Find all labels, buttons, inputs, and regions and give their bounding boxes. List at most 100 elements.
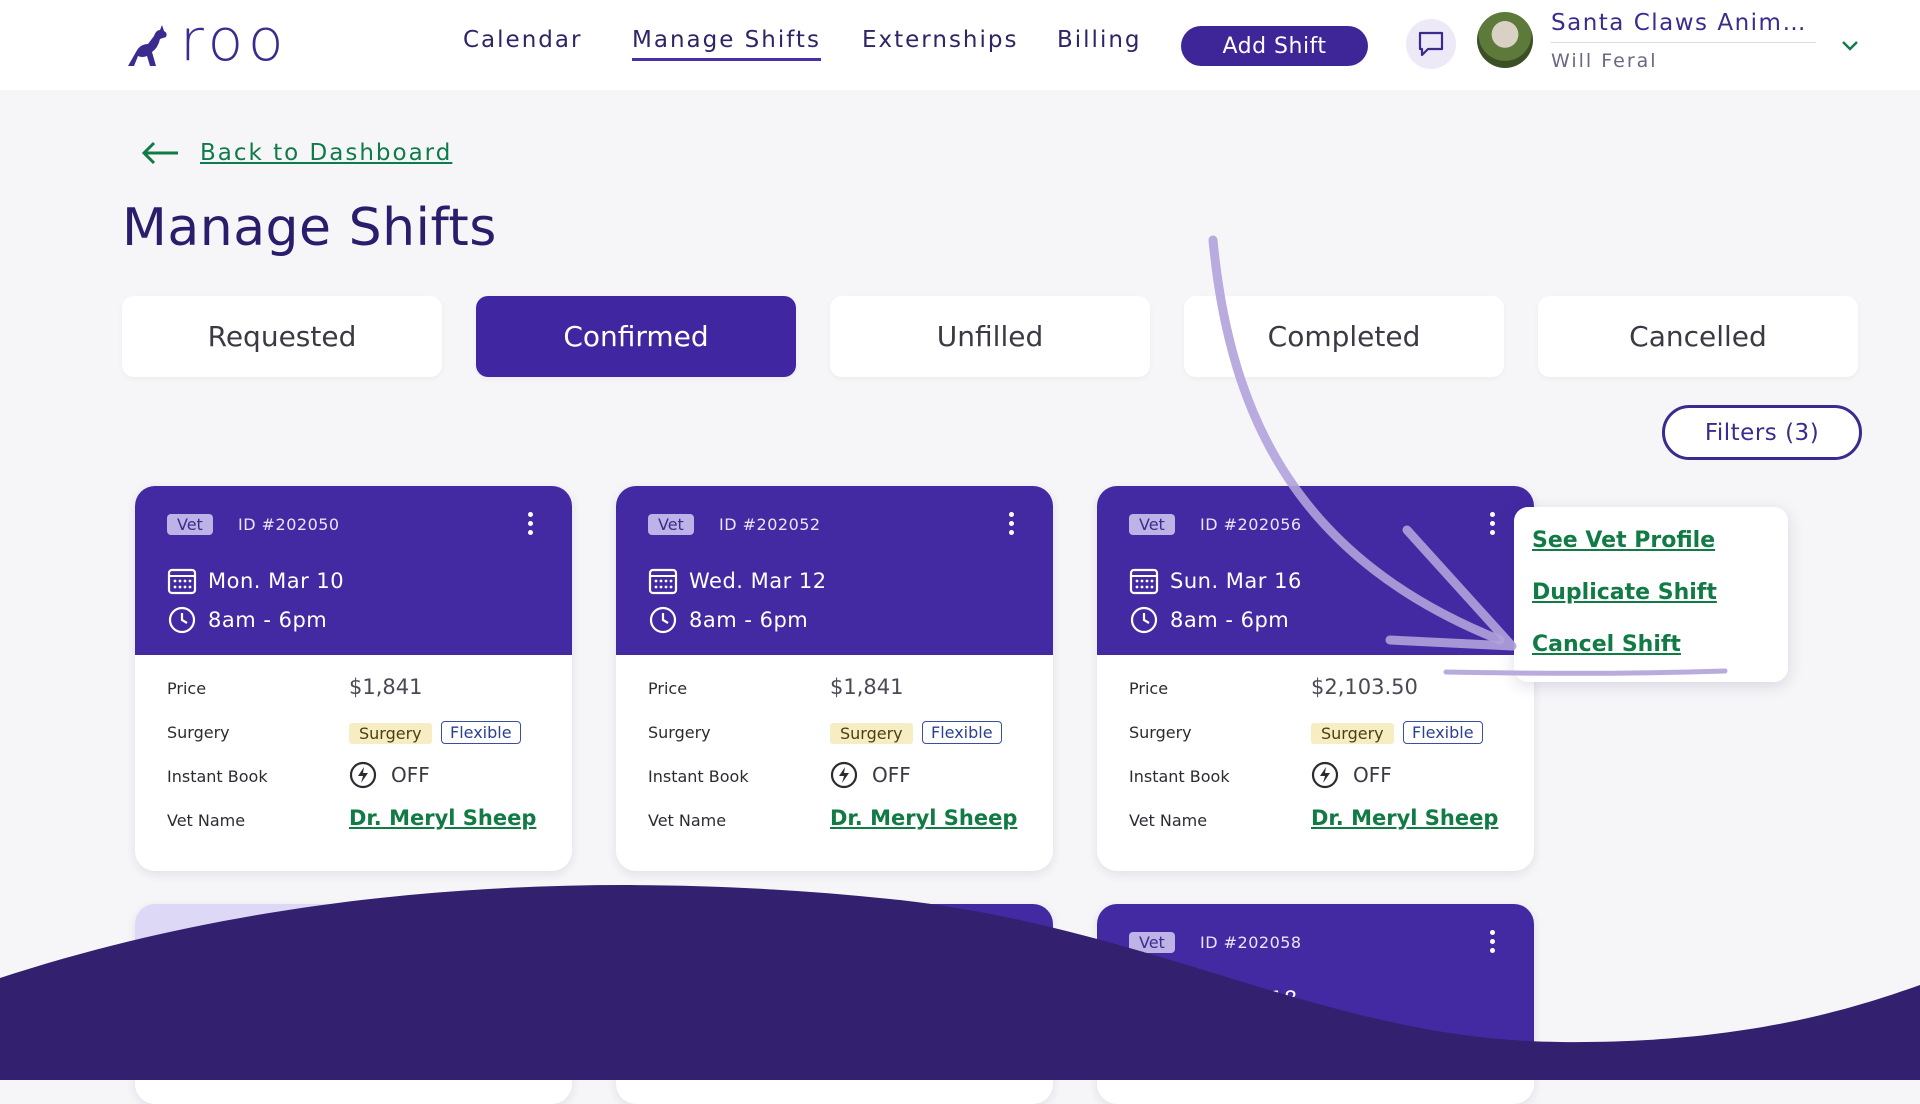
shift-id: ID #202050: [238, 515, 340, 534]
price-label: Price: [648, 679, 688, 698]
clock-icon: [1130, 606, 1158, 634]
instant-book-value: OFF: [1353, 763, 1392, 787]
back-link-label: Back to Dashboard: [200, 140, 453, 166]
shift-id: ID #202052: [719, 515, 821, 534]
surgery-label: Surgery: [1129, 723, 1192, 742]
shift-card-header: Vet ID #202058 Tue. Mar 18: [1097, 904, 1534, 1073]
calendar-icon: [648, 568, 678, 595]
tab-requested[interactable]: Requested: [122, 296, 442, 377]
vet-name-label: Vet Name: [1129, 811, 1208, 830]
price-value: $1,841: [349, 675, 423, 699]
kebab-icon[interactable]: [1001, 930, 1021, 956]
shift-date: Tue. Mar 18: [1170, 987, 1298, 1011]
roo-logo[interactable]: roo: [122, 6, 292, 74]
instant-book-value: OFF: [391, 763, 430, 787]
add-shift-button[interactable]: Add Shift: [1181, 26, 1368, 66]
vet-name-link[interactable]: Dr. Meryl Sheep: [830, 806, 1017, 830]
price-label: Price: [167, 679, 207, 698]
kebab-icon[interactable]: [1482, 930, 1502, 956]
filters-button[interactable]: Filters (3): [1662, 405, 1862, 460]
kebab-icon[interactable]: [520, 512, 540, 538]
nav-manage-shifts[interactable]: Manage Shifts: [632, 27, 821, 61]
price-value: $2,103.50: [1311, 675, 1418, 699]
shift-context-menu: See Vet Profile Duplicate Shift Cancel S…: [1514, 507, 1788, 682]
nav-externships[interactable]: Externships: [862, 27, 1018, 53]
price-value: $1,841: [830, 675, 904, 699]
top-nav: roo Calendar Manage Shifts Externships B…: [0, 0, 1920, 90]
flexible-tag: Flexible: [1403, 721, 1483, 744]
shift-time: 8am - 6pm: [689, 608, 809, 632]
lightning-icon: [830, 761, 858, 789]
clock-icon: [649, 606, 677, 634]
duplicate-shift-menu-item[interactable]: Duplicate Shift: [1532, 580, 1717, 605]
chevron-down-icon[interactable]: [1840, 36, 1860, 56]
lightning-icon: [1311, 761, 1339, 789]
shift-card[interactable]: [135, 904, 572, 1104]
calendar-icon: [1129, 986, 1159, 1013]
shift-card[interactable]: [616, 904, 1053, 1104]
vet-name-label: Vet Name: [648, 811, 727, 830]
shift-id: ID #202056: [1200, 515, 1302, 534]
surgery-label: Surgery: [648, 723, 711, 742]
instant-book-status: OFF: [349, 761, 430, 789]
tab-cancelled[interactable]: Cancelled: [1538, 296, 1858, 377]
avatar[interactable]: [1477, 12, 1533, 68]
instant-book-label: Instant Book: [167, 767, 268, 786]
shift-time: 8am - 6pm: [1170, 608, 1290, 632]
vet-name-link[interactable]: Dr. Meryl Sheep: [349, 806, 536, 830]
cancel-shift-menu-item[interactable]: Cancel Shift: [1532, 632, 1681, 657]
shift-id: ID #202058: [1200, 933, 1302, 952]
surgery-tag: Surgery: [830, 723, 913, 744]
instant-book-status: OFF: [830, 761, 911, 789]
role-badge: Vet: [1129, 514, 1175, 535]
tab-unfilled[interactable]: Unfilled: [830, 296, 1150, 377]
see-vet-profile-menu-item[interactable]: See Vet Profile: [1532, 528, 1715, 553]
instant-book-label: Instant Book: [648, 767, 749, 786]
kebab-icon[interactable]: [1482, 512, 1502, 538]
nav-billing[interactable]: Billing: [1057, 27, 1142, 53]
surgery-tag: Surgery: [349, 723, 432, 744]
brand-name: roo: [180, 6, 289, 74]
tab-completed[interactable]: Completed: [1184, 296, 1504, 377]
flexible-tag: Flexible: [441, 721, 521, 744]
instant-book-status: OFF: [1311, 761, 1392, 789]
hospital-name[interactable]: Santa Claws Animal H...: [1551, 10, 1816, 43]
shift-card[interactable]: Vet ID #202058 Tue. Mar 18: [1097, 904, 1534, 1104]
calendar-icon: [167, 568, 197, 595]
user-name: Will Feral: [1551, 50, 1658, 72]
shift-card[interactable]: Vet ID #202050 Mon. Mar 10 8am - 6pm Pri…: [135, 486, 572, 871]
arrow-left-icon: [141, 141, 178, 165]
shift-card-header: Vet ID #202050 Mon. Mar 10 8am - 6pm: [135, 486, 572, 655]
vet-name-label: Vet Name: [167, 811, 246, 830]
shift-card[interactable]: Vet ID #202052 Wed. Mar 12 8am - 6pm Pri…: [616, 486, 1053, 871]
role-badge: Vet: [167, 514, 213, 535]
shift-card[interactable]: Vet ID #202056 Sun. Mar 16 8am - 6pm Pri…: [1097, 486, 1534, 871]
shift-card-header: Vet ID #202052 Wed. Mar 12 8am - 6pm: [616, 486, 1053, 655]
messages-button[interactable]: [1406, 19, 1456, 69]
shift-date: Mon. Mar 10: [208, 569, 345, 593]
nav-calendar[interactable]: Calendar: [463, 27, 582, 53]
price-label: Price: [1129, 679, 1169, 698]
tab-confirmed[interactable]: Confirmed: [476, 296, 796, 377]
instant-book-label: Instant Book: [1129, 767, 1230, 786]
surgery-tag: Surgery: [1311, 723, 1394, 744]
shift-date: Sun. Mar 16: [1170, 569, 1302, 593]
shift-card-header: Vet ID #202056 Sun. Mar 16 8am - 6pm: [1097, 486, 1534, 655]
vet-name-link[interactable]: Dr. Meryl Sheep: [1311, 806, 1498, 830]
role-badge: Vet: [648, 514, 694, 535]
clock-icon: [168, 606, 196, 634]
page-title: Manage Shifts: [122, 198, 497, 258]
chat-icon: [1418, 31, 1444, 57]
back-to-dashboard-link[interactable]: Back to Dashboard: [140, 140, 452, 166]
shift-date: Wed. Mar 12: [689, 569, 827, 593]
kangaroo-logo-icon: [128, 25, 167, 66]
lightning-icon: [349, 761, 377, 789]
shift-card-header: [616, 904, 1053, 1073]
calendar-icon: [1129, 568, 1159, 595]
kebab-icon[interactable]: [1001, 512, 1021, 538]
instant-book-value: OFF: [872, 763, 911, 787]
flexible-tag: Flexible: [922, 721, 1002, 744]
shift-card-header: [135, 904, 572, 1073]
shift-time: 8am - 6pm: [208, 608, 328, 632]
role-badge: Vet: [1129, 932, 1175, 953]
